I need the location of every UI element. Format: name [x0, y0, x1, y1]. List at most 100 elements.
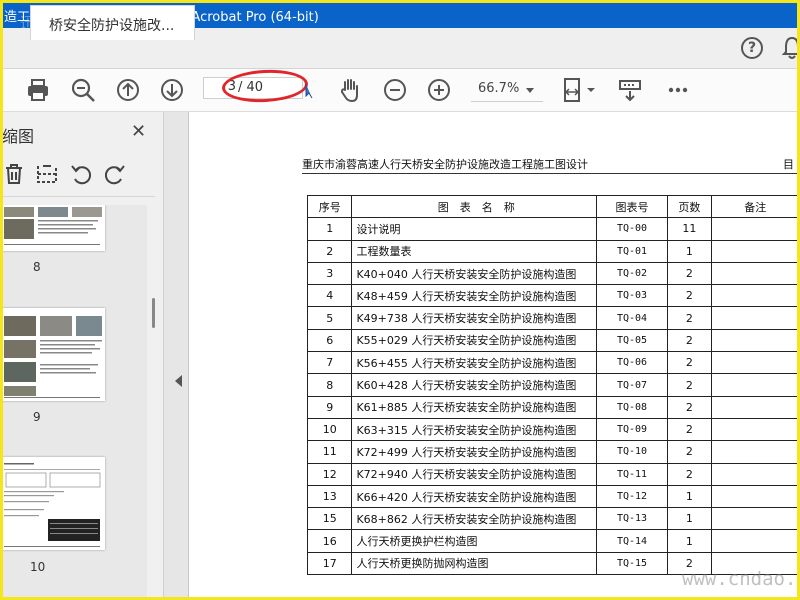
cell-name: 工程数量表: [351, 239, 597, 263]
cell-pages: 2: [667, 328, 712, 353]
column-header-code: 图表号: [595, 194, 669, 219]
cell-note: [710, 529, 800, 553]
document-header-right: 目: [783, 158, 794, 171]
document-header: 重庆市渝蓉高速人行天桥安全防护设施改造工程施工图设计: [302, 158, 588, 171]
cell-no: 11: [306, 440, 353, 464]
page-thumbnail-8[interactable]: [0, 205, 105, 251]
cell-no: 5: [306, 306, 353, 330]
cell-code: TQ-14: [595, 529, 669, 553]
cell-name: K55+029 人行天桥安装安全防护设施构造图: [351, 328, 597, 353]
rotate-right-icon[interactable]: [103, 162, 127, 186]
cell-code: TQ-09: [595, 417, 669, 442]
cell-name: K56+455 人行天桥安装安全防护设施构造图: [351, 351, 597, 375]
delete-page-icon[interactable]: [2, 162, 26, 186]
rotate-left-icon[interactable]: [69, 162, 93, 186]
cell-name: K68+862 人行天桥安装安全防护设施构造图: [351, 507, 597, 531]
cell-note: [710, 417, 800, 442]
cell-pages: 2: [667, 284, 712, 308]
cell-code: TQ-07: [595, 373, 669, 397]
cell-name: 设计说明: [351, 217, 597, 241]
cell-code: TQ-01: [595, 239, 669, 263]
table-row: 11 K72+499 人行天桥安装安全防护设施构造图 TQ-10 2: [306, 440, 800, 464]
table-row: 9 K61+885 人行天桥安装安全防护设施构造图 TQ-08 2: [306, 395, 800, 419]
cell-note: [710, 284, 800, 308]
print-icon[interactable]: [24, 76, 52, 104]
cell-no: 3: [306, 261, 353, 286]
extract-page-icon[interactable]: [35, 162, 59, 186]
more-tools-icon[interactable]: [664, 76, 692, 104]
cell-note: [710, 373, 800, 397]
cell-code: TQ-15: [595, 551, 669, 576]
cell-code: TQ-03: [595, 284, 669, 308]
table-row: 3 K40+040 人行天桥安装安全防护设施构造图 TQ-02 2: [306, 261, 800, 286]
cell-note: [710, 306, 800, 330]
next-page-icon[interactable]: [158, 76, 186, 104]
chevron-down-icon[interactable]: [526, 88, 534, 93]
cell-code: TQ-05: [595, 328, 669, 353]
page-thumbnail-9[interactable]: [0, 308, 105, 401]
zoom-out-search-icon[interactable]: [69, 76, 97, 104]
cell-no: 17: [306, 551, 353, 576]
cell-name: K49+738 人行天桥安装安全防护设施构造图: [351, 306, 597, 330]
document-tab-label: 桥安全防护设施改...: [49, 18, 175, 34]
cell-no: 6: [306, 328, 353, 353]
cell-name: K61+885 人行天桥安装安全防护设施构造图: [351, 395, 597, 419]
notification-bell-icon[interactable]: [782, 36, 800, 60]
scrollbar-thumb[interactable]: [152, 298, 155, 328]
table-row: 13 K66+420 人行天桥安装安全防护设施构造图 TQ-12 1: [306, 484, 800, 509]
cell-name: K63+315 人行天桥安装安全防护设施构造图: [351, 417, 597, 442]
page-thumbnail-10[interactable]: [0, 457, 105, 550]
column-header-no: 序号: [306, 194, 353, 219]
collapse-panel-icon[interactable]: [175, 375, 182, 387]
thumbnail-number: 9: [33, 410, 41, 424]
table-row: 4 K48+459 人行天桥安装安全防护设施构造图 TQ-03 2: [306, 284, 800, 308]
table-row: 5 K49+738 人行天桥安装安全防护设施构造图 TQ-04 2: [306, 306, 800, 330]
thumbnail-preview: [4, 207, 102, 245]
hand-tool-icon[interactable]: [337, 76, 365, 104]
table-row: 8 K60+428 人行天桥安装安全防护设施构造图 TQ-07 2: [306, 373, 800, 397]
cell-pages: 2: [667, 261, 712, 286]
cell-note: [710, 440, 800, 464]
cell-name: K72+940 人行天桥安装安全防护设施构造图: [351, 462, 597, 486]
cell-code: TQ-10: [595, 440, 669, 464]
cell-no: 1: [306, 217, 353, 241]
cell-no: 9: [306, 395, 353, 419]
cell-code: TQ-02: [595, 261, 669, 286]
table-row: 7 K56+455 人行天桥安装安全防护设施构造图 TQ-06 2: [306, 351, 800, 375]
thumbnail-number: 10: [30, 560, 46, 574]
document-tab[interactable]: 桥安全防护设施改...: [30, 5, 195, 40]
column-header-note: 备注: [710, 194, 800, 219]
table-row: 12 K72+940 人行天桥安装安全防护设施构造图 TQ-11 2: [306, 462, 800, 486]
cell-code: TQ-00: [595, 217, 669, 241]
panel-divider: [0, 196, 155, 197]
thumbnail-preview: [4, 316, 102, 398]
cell-name: 人行天桥更换护栏构造图: [351, 529, 597, 553]
thumbnail-preview: [4, 463, 101, 547]
cell-note: [710, 507, 800, 531]
table-header-row: 序号 图 表 名 称 图表号 页数 备注: [306, 194, 800, 219]
cell-note: [710, 239, 800, 263]
cell-no: 7: [306, 351, 353, 375]
thumbnail-scrollbar[interactable]: [147, 205, 161, 600]
cell-name: K60+428 人行天桥安装安全防护设施构造图: [351, 373, 597, 397]
drawing-index-table: 序号 图 表 名 称 图表号 页数 备注 1 设计说明 TQ-00 11 2 工程数量表 T…: [306, 194, 800, 576]
zoom-out-icon[interactable]: [381, 76, 409, 104]
cell-pages: 2: [667, 395, 712, 419]
page-fit-icon[interactable]: [561, 76, 597, 104]
zoom-value: 66.7%: [478, 81, 520, 96]
cell-no: 8: [306, 373, 353, 397]
panel-title: 缩图: [2, 127, 35, 146]
cell-no: 13: [306, 484, 353, 509]
previous-page-icon[interactable]: [114, 76, 142, 104]
help-icon[interactable]: ?: [741, 37, 763, 59]
cell-pages: 2: [667, 351, 712, 375]
close-icon[interactable]: ✕: [131, 121, 146, 142]
scrolling-mode-icon[interactable]: [616, 76, 644, 104]
cell-note: [710, 462, 800, 486]
table-row: 10 K63+315 人行天桥安装安全防护设施构造图 TQ-09 2: [306, 417, 800, 442]
cell-name: 人行天桥更换防抛网构造图: [351, 551, 597, 576]
cell-name: K48+459 人行天桥安装安全防护设施构造图: [351, 284, 597, 308]
zoom-in-icon[interactable]: [425, 76, 453, 104]
cell-pages: 2: [667, 417, 712, 442]
cell-no: 16: [306, 529, 353, 553]
